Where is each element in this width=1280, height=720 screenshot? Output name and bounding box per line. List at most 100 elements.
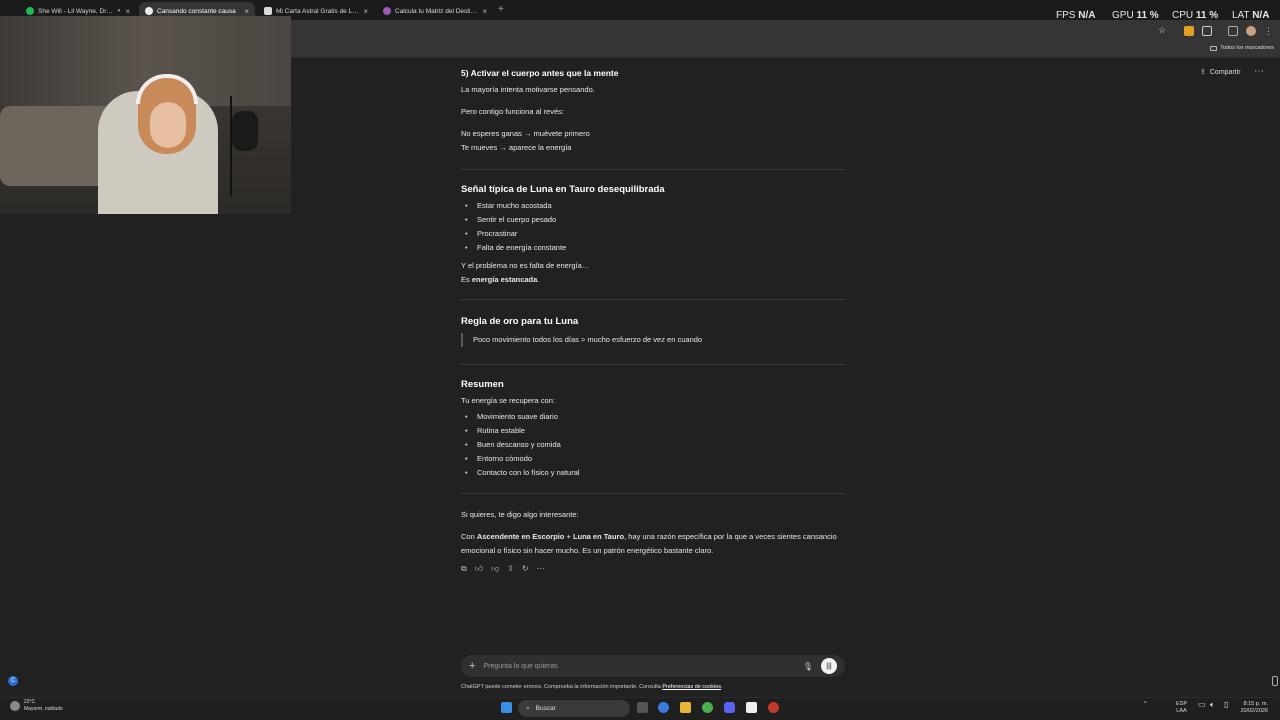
section-heading: Regla de oro para tu Luna bbox=[461, 316, 579, 327]
tab-title: Cansando constante causa bbox=[157, 7, 236, 15]
list-item: Falta de energía constante bbox=[465, 241, 845, 255]
new-tab-button[interactable]: + bbox=[498, 4, 504, 15]
list-item: Procrastinar bbox=[465, 227, 845, 241]
microphone-icon[interactable]: 🎙︎ bbox=[803, 662, 813, 671]
copilot-app-icon[interactable] bbox=[658, 702, 669, 713]
thumbs-down-icon[interactable]: 👎︎ bbox=[491, 562, 499, 576]
conversation-options-icon[interactable]: ⋯ bbox=[1254, 66, 1264, 77]
divider bbox=[461, 169, 845, 170]
prompt-input[interactable]: Pregunta lo que quieras bbox=[483, 663, 794, 670]
text: Con bbox=[461, 532, 477, 541]
message-actions: ⧉ 👍︎ 👎︎ ⇪ ↻ ⋯ bbox=[461, 562, 845, 576]
bold-text: Luna en Tauro bbox=[572, 532, 625, 541]
list-item: Contacto con lo físico y natural bbox=[465, 466, 845, 480]
paragraph: Pero contigo funciona al revés: bbox=[461, 107, 564, 116]
clock[interactable]: 8:15 p. m. 20/02/2026 bbox=[1232, 701, 1268, 715]
language-indicator[interactable]: ESP LAA bbox=[1176, 701, 1187, 715]
speaker-icon[interactable]: 🔈︎ bbox=[118, 8, 122, 15]
thumbs-up-icon[interactable]: 👍︎ bbox=[475, 562, 483, 576]
disclaimer-text: ChatGPT puede cometer errores. Comprueba… bbox=[461, 684, 663, 690]
list-item: Rutina estable bbox=[465, 424, 845, 438]
share-button[interactable]: ⇪ Compartir bbox=[1200, 68, 1241, 77]
signal-list: Estar mucho acostada Sentir el cuerpo pe… bbox=[461, 199, 845, 255]
search-icon: ⌕ bbox=[526, 704, 530, 712]
assistant-message: 5) Activar el cuerpo antes que la mente … bbox=[461, 66, 845, 576]
battery-icon[interactable]: ▯ bbox=[1224, 701, 1228, 709]
menu-icon[interactable]: ⋮ bbox=[1264, 26, 1274, 36]
share-icon[interactable]: ⇪ bbox=[507, 562, 514, 576]
chrome-icon[interactable] bbox=[702, 702, 713, 713]
divider bbox=[461, 299, 845, 300]
paragraph: No esperes ganas → muévete primero bbox=[461, 129, 590, 138]
voice-mode-button[interactable]: ||| bbox=[821, 658, 837, 674]
tab-title: Calcula tu Matriz del Destino - bbox=[395, 7, 479, 15]
avatar[interactable] bbox=[1246, 26, 1256, 36]
text: Es bbox=[461, 275, 472, 284]
weather-widget[interactable]: 23°C Mayorm. nublado bbox=[10, 699, 63, 713]
list-item: Buen descanso y comida bbox=[465, 438, 845, 452]
list-item: Sentir el cuerpo pesado bbox=[465, 213, 845, 227]
tray-chevron-icon[interactable]: ^ bbox=[1144, 701, 1147, 708]
clock-date: 20/02/2026 bbox=[1240, 708, 1268, 714]
cam-cat bbox=[232, 111, 258, 151]
paragraph: Es energía estancada. bbox=[461, 273, 845, 287]
paragraph: Si quieres, te digo algo interesante: bbox=[461, 510, 579, 519]
share-label: Compartir bbox=[1209, 68, 1241, 76]
taskbar-search[interactable]: ⌕ Buscar bbox=[518, 700, 630, 717]
copy-icon[interactable]: ⧉ bbox=[461, 562, 467, 576]
section-heading: 5) Activar el cuerpo antes que la mente bbox=[461, 68, 619, 78]
discord-icon[interactable] bbox=[724, 702, 735, 713]
plus-icon[interactable]: + bbox=[469, 660, 475, 672]
sidebar-icon[interactable] bbox=[1228, 26, 1238, 36]
close-tab-icon[interactable]: × bbox=[482, 7, 487, 16]
paragraph: Con Ascendente en Escorpio + Luna en Tau… bbox=[461, 530, 845, 558]
lang-bottom: LAA bbox=[1176, 708, 1187, 714]
webcam-overlay bbox=[0, 16, 291, 214]
cookies-link[interactable]: Preferencias de cookies bbox=[662, 684, 721, 690]
extensions-icon[interactable] bbox=[1202, 26, 1212, 36]
list-item: Movimiento suave diario bbox=[465, 410, 845, 424]
share-icon: ⇪ bbox=[1200, 69, 1206, 76]
list-item: Estar mucho acostada bbox=[465, 199, 845, 213]
folder-icon bbox=[1210, 45, 1218, 51]
list-item: Entorno cómodo bbox=[465, 452, 845, 466]
close-tab-icon[interactable]: × bbox=[363, 7, 368, 16]
weather-desc: Mayorm. nublado bbox=[24, 706, 63, 712]
document-icon[interactable] bbox=[746, 702, 757, 713]
all-bookmarks-button[interactable]: Todos los marcadores bbox=[1210, 45, 1274, 51]
close-tab-icon[interactable]: × bbox=[125, 7, 130, 16]
chatgpt-icon bbox=[145, 7, 153, 15]
tab-title: She Will - Lil Wayne, Drake bbox=[38, 7, 114, 15]
site-icon bbox=[383, 7, 391, 15]
section-heading: Señal típica de Luna en Tauro desequilib… bbox=[461, 184, 665, 195]
spotify-icon bbox=[26, 7, 34, 15]
more-icon[interactable]: ⋯ bbox=[537, 562, 545, 576]
windows-start-icon[interactable] bbox=[501, 702, 512, 713]
scroll-icon[interactable] bbox=[1272, 676, 1278, 686]
copilot-icon[interactable]: C bbox=[8, 676, 18, 686]
clock-time: 8:15 p. m. bbox=[1243, 701, 1268, 707]
bold-text: Ascendente en Escorpio bbox=[476, 532, 565, 541]
paragraph: La mayoría intenta motivarse pensando. bbox=[461, 85, 595, 94]
disclaimer: ChatGPT puede cometer errores. Comprueba… bbox=[461, 684, 861, 690]
volume-icon[interactable]: 🔈︎ bbox=[1210, 701, 1215, 709]
regenerate-icon[interactable]: ↻ bbox=[522, 562, 529, 576]
bookmarks-label: Todos los marcadores bbox=[1220, 45, 1274, 51]
paragraph: Tu energía se recupera con: bbox=[461, 396, 555, 405]
app-icon[interactable] bbox=[768, 702, 779, 713]
divider bbox=[461, 364, 845, 365]
network-icon[interactable]: ▭ bbox=[1198, 701, 1206, 709]
close-tab-icon[interactable]: × bbox=[244, 7, 249, 16]
star-icon[interactable]: ☆ bbox=[1158, 25, 1168, 35]
file-explorer-icon[interactable] bbox=[680, 702, 691, 713]
weather-temp: 23°C bbox=[24, 699, 36, 705]
extension-icon[interactable] bbox=[1184, 26, 1194, 36]
text: + bbox=[564, 532, 573, 541]
tab-title: Mi Carta Astral Gratis de Los A bbox=[276, 7, 360, 15]
blockquote: Poco movimiento todos los días > mucho e… bbox=[461, 333, 845, 347]
site-icon bbox=[264, 7, 272, 15]
browser-tab[interactable]: Calcula tu Matriz del Destino - × bbox=[377, 2, 493, 20]
task-view-icon[interactable] bbox=[637, 702, 648, 713]
search-label: Buscar bbox=[535, 705, 556, 712]
paragraph: Y el problema no es falta de energía… bbox=[461, 261, 590, 270]
